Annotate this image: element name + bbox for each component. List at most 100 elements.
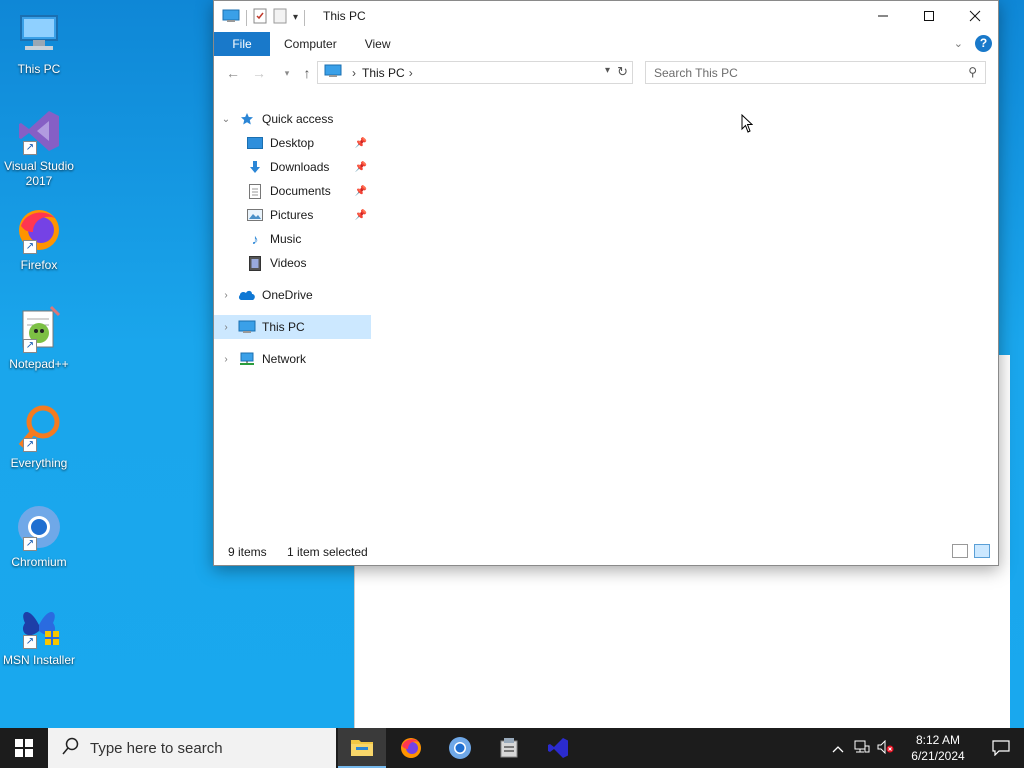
desktop-icon-visual-studio[interactable]: ↗ Visual Studio 2017 bbox=[0, 107, 78, 189]
start-button[interactable] bbox=[0, 728, 48, 768]
nav-item-documents[interactable]: Documents 📌 bbox=[214, 179, 371, 203]
nav-item-this-pc[interactable]: › This PC bbox=[214, 315, 371, 339]
desktop-icon-this-pc[interactable]: This PC bbox=[0, 10, 78, 77]
recent-locations-chevron-icon[interactable]: ▾ bbox=[276, 63, 298, 83]
desktop-icon-msn-installer[interactable]: ↗ MSN Installer bbox=[0, 601, 78, 668]
file-explorer-window: ▾ This PC File Computer View ⌄ ? ← → ▾ ↑ bbox=[213, 0, 999, 566]
mouse-pointer-icon bbox=[741, 113, 754, 134]
back-arrow-icon[interactable]: ← bbox=[222, 63, 244, 83]
visual-studio-icon bbox=[548, 738, 568, 758]
title-bar[interactable]: ▾ This PC bbox=[214, 1, 998, 32]
large-icons-view-icon[interactable] bbox=[974, 544, 990, 558]
file-list-pane[interactable] bbox=[371, 89, 998, 535]
cloud-icon bbox=[238, 287, 256, 303]
nav-item-music[interactable]: ♪ Music bbox=[214, 227, 371, 251]
nav-item-quick-access[interactable]: ⌄ Quick access bbox=[214, 107, 371, 131]
taskbar: Type here to search 8:12 AM 6/21/2024 bbox=[0, 728, 1024, 768]
breadcrumb-separator-icon[interactable]: › bbox=[409, 66, 413, 80]
search-input[interactable]: Search This PC ⚲ bbox=[645, 61, 986, 84]
quick-access-toolbar: ▾ bbox=[222, 8, 306, 27]
network-status-icon[interactable] bbox=[850, 740, 874, 757]
help-icon[interactable]: ? bbox=[975, 35, 992, 52]
taskbar-search-placeholder: Type here to search bbox=[90, 739, 223, 757]
search-placeholder: Search This PC bbox=[654, 65, 738, 80]
nav-label: Pictures bbox=[270, 208, 314, 222]
nav-item-network[interactable]: › Network bbox=[214, 347, 371, 371]
breadcrumb-this-pc[interactable]: This PC bbox=[362, 66, 405, 80]
msn-butterfly-icon: ↗ bbox=[15, 601, 63, 649]
expand-ribbon-chevron-icon[interactable]: ⌄ bbox=[954, 37, 963, 50]
nav-item-desktop[interactable]: Desktop 📌 bbox=[214, 131, 371, 155]
taskbar-visual-studio[interactable] bbox=[534, 728, 582, 768]
clock-time: 8:12 AM bbox=[915, 733, 961, 747]
window-controls bbox=[860, 1, 998, 31]
shortcut-arrow-icon: ↗ bbox=[23, 339, 37, 353]
minimize-button[interactable] bbox=[860, 1, 906, 31]
this-pc-address-icon bbox=[324, 64, 342, 81]
tab-computer[interactable]: Computer bbox=[270, 32, 351, 56]
selection-count: 1 item selected bbox=[287, 545, 368, 559]
breadcrumb-separator-icon[interactable]: › bbox=[352, 66, 356, 80]
view-toggles bbox=[952, 544, 990, 558]
pin-icon: 📌 bbox=[354, 185, 367, 197]
address-bar[interactable]: › This PC › ▾ ↻ bbox=[317, 61, 633, 84]
taskbar-file-explorer[interactable] bbox=[338, 728, 386, 768]
tab-view[interactable]: View bbox=[351, 32, 405, 56]
chromium-icon bbox=[449, 737, 471, 759]
downloads-icon bbox=[246, 159, 264, 175]
properties-icon[interactable] bbox=[253, 8, 267, 27]
documents-icon bbox=[246, 183, 264, 199]
nav-item-onedrive[interactable]: › OneDrive bbox=[214, 283, 371, 307]
desktop-icon-chromium[interactable]: ↗ Chromium bbox=[0, 503, 78, 570]
refresh-icon[interactable]: ↻ bbox=[617, 64, 628, 80]
nav-label: Quick access bbox=[262, 112, 334, 126]
customize-toolbar-chevron-icon[interactable]: ▾ bbox=[293, 12, 298, 23]
tab-file[interactable]: File bbox=[214, 32, 270, 56]
action-center-button[interactable] bbox=[978, 728, 1024, 768]
desktop-icon-firefox[interactable]: ↗ Firefox bbox=[0, 206, 78, 273]
taskbar-firefox[interactable] bbox=[387, 728, 435, 768]
address-history-chevron-icon[interactable]: ▾ bbox=[605, 65, 610, 76]
nav-item-pictures[interactable]: Pictures 📌 bbox=[214, 203, 371, 227]
expand-chevron-icon[interactable]: › bbox=[220, 354, 232, 365]
visual-studio-icon: ↗ bbox=[15, 107, 63, 155]
maximize-button[interactable] bbox=[906, 1, 952, 31]
desktop-icon-label: Firefox bbox=[20, 258, 58, 272]
pin-icon: 📌 bbox=[354, 161, 367, 173]
forward-arrow-icon[interactable]: → bbox=[248, 63, 270, 83]
volume-muted-icon[interactable] bbox=[874, 739, 898, 757]
expand-chevron-icon[interactable]: › bbox=[220, 322, 232, 333]
windows-logo-icon bbox=[15, 739, 33, 757]
taskbar-app-unknown[interactable] bbox=[485, 728, 533, 768]
address-row: ← → ▾ ↑ › This PC › ▾ ↻ Search This PC ⚲ bbox=[214, 59, 998, 87]
nav-label: Desktop bbox=[270, 136, 315, 150]
shortcut-arrow-icon: ↗ bbox=[23, 635, 37, 649]
up-arrow-icon[interactable]: ↑ bbox=[296, 63, 318, 83]
expand-chevron-icon[interactable]: › bbox=[220, 290, 232, 301]
show-hidden-icons-chevron-icon[interactable] bbox=[826, 741, 850, 756]
status-bar: 9 items 1 item selected bbox=[214, 539, 998, 565]
network-icon bbox=[238, 351, 256, 367]
taskbar-search-box[interactable]: Type here to search bbox=[48, 728, 336, 768]
new-folder-icon[interactable] bbox=[273, 8, 287, 27]
desktop-icon-everything[interactable]: ↗ Everything bbox=[0, 404, 78, 471]
collapse-chevron-icon[interactable]: ⌄ bbox=[220, 114, 232, 125]
details-view-icon[interactable] bbox=[952, 544, 968, 558]
shortcut-arrow-icon: ↗ bbox=[23, 141, 37, 155]
shortcut-arrow-icon: ↗ bbox=[23, 537, 37, 551]
system-clock[interactable]: 8:12 AM 6/21/2024 bbox=[898, 732, 978, 764]
close-button[interactable] bbox=[952, 1, 998, 31]
videos-icon bbox=[246, 255, 264, 271]
desktop-icon-label: Chromium bbox=[11, 555, 67, 569]
notepad-plus-plus-icon: ↗ bbox=[15, 305, 63, 353]
firefox-icon bbox=[401, 738, 421, 758]
taskbar-chromium[interactable] bbox=[436, 728, 484, 768]
nav-item-videos[interactable]: Videos bbox=[214, 251, 371, 275]
desktop-icon-label: MSN Installer bbox=[2, 653, 76, 667]
pin-icon: 📌 bbox=[354, 209, 367, 221]
desktop-icon-notepad-plus-plus[interactable]: ↗ Notepad++ bbox=[0, 305, 78, 372]
nav-label: Network bbox=[262, 352, 307, 366]
system-tray: 8:12 AM 6/21/2024 bbox=[826, 728, 1024, 768]
nav-label: Downloads bbox=[270, 160, 330, 174]
nav-item-downloads[interactable]: Downloads 📌 bbox=[214, 155, 371, 179]
